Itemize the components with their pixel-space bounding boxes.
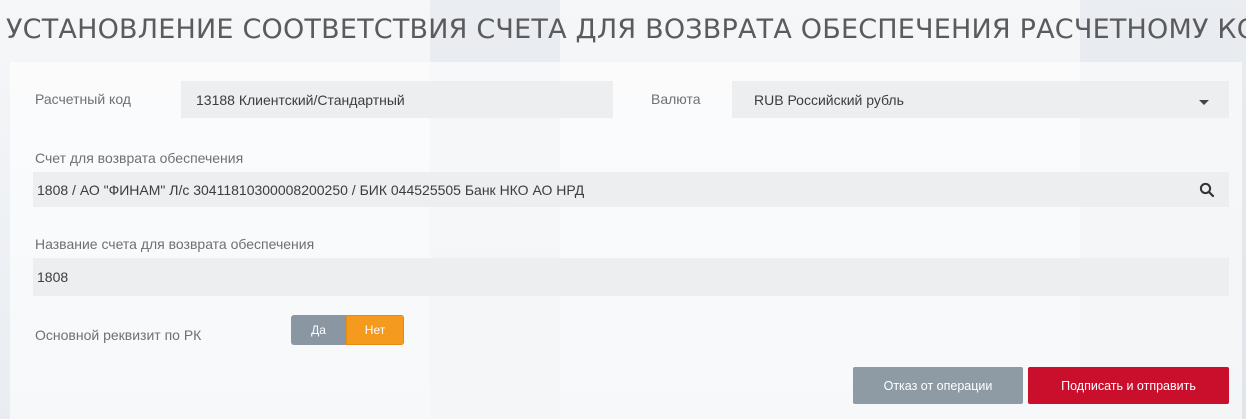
account-name-field[interactable]: 1808 <box>33 258 1229 296</box>
currency-select[interactable]: RUB Российский рубль <box>732 81 1229 118</box>
return-account-value: 1808 / АО "ФИНАМ" Л/с 304118103000082002… <box>37 181 585 198</box>
search-icon[interactable] <box>1199 182 1215 198</box>
main-requisite-label: Основной реквизит по РК <box>35 327 202 343</box>
cancel-operation-button[interactable]: Отказ от операции <box>853 367 1023 404</box>
sign-and-send-button[interactable]: Подписать и отправить <box>1028 367 1229 404</box>
settlement-code-field[interactable]: 13188 Клиентский/Стандартный <box>181 81 613 118</box>
chevron-down-icon[interactable] <box>1199 100 1209 105</box>
account-name-value: 1808 <box>37 269 69 285</box>
page-title: УСТАНОВЛЕНИЕ СООТВЕТСТВИЯ СЧЕТА ДЛЯ ВОЗВ… <box>6 14 1246 45</box>
account-name-label: Название счета для возврата обеспечения <box>35 236 315 252</box>
return-account-field[interactable]: 1808 / АО "ФИНАМ" Л/с 304118103000082002… <box>33 172 1229 207</box>
main-requisite-toggle[interactable]: Да Нет <box>291 315 404 345</box>
return-account-label: Счет для возврата обеспечения <box>35 150 244 166</box>
settlement-code-value: 13188 Клиентский/Стандартный <box>196 91 405 108</box>
toggle-yes-option[interactable]: Да <box>291 315 346 345</box>
settlement-code-label: Расчетный код <box>35 91 131 107</box>
currency-label: Валюта <box>651 91 701 107</box>
currency-value: RUB Российский рубль <box>754 91 904 108</box>
toggle-no-option[interactable]: Нет <box>346 315 404 345</box>
